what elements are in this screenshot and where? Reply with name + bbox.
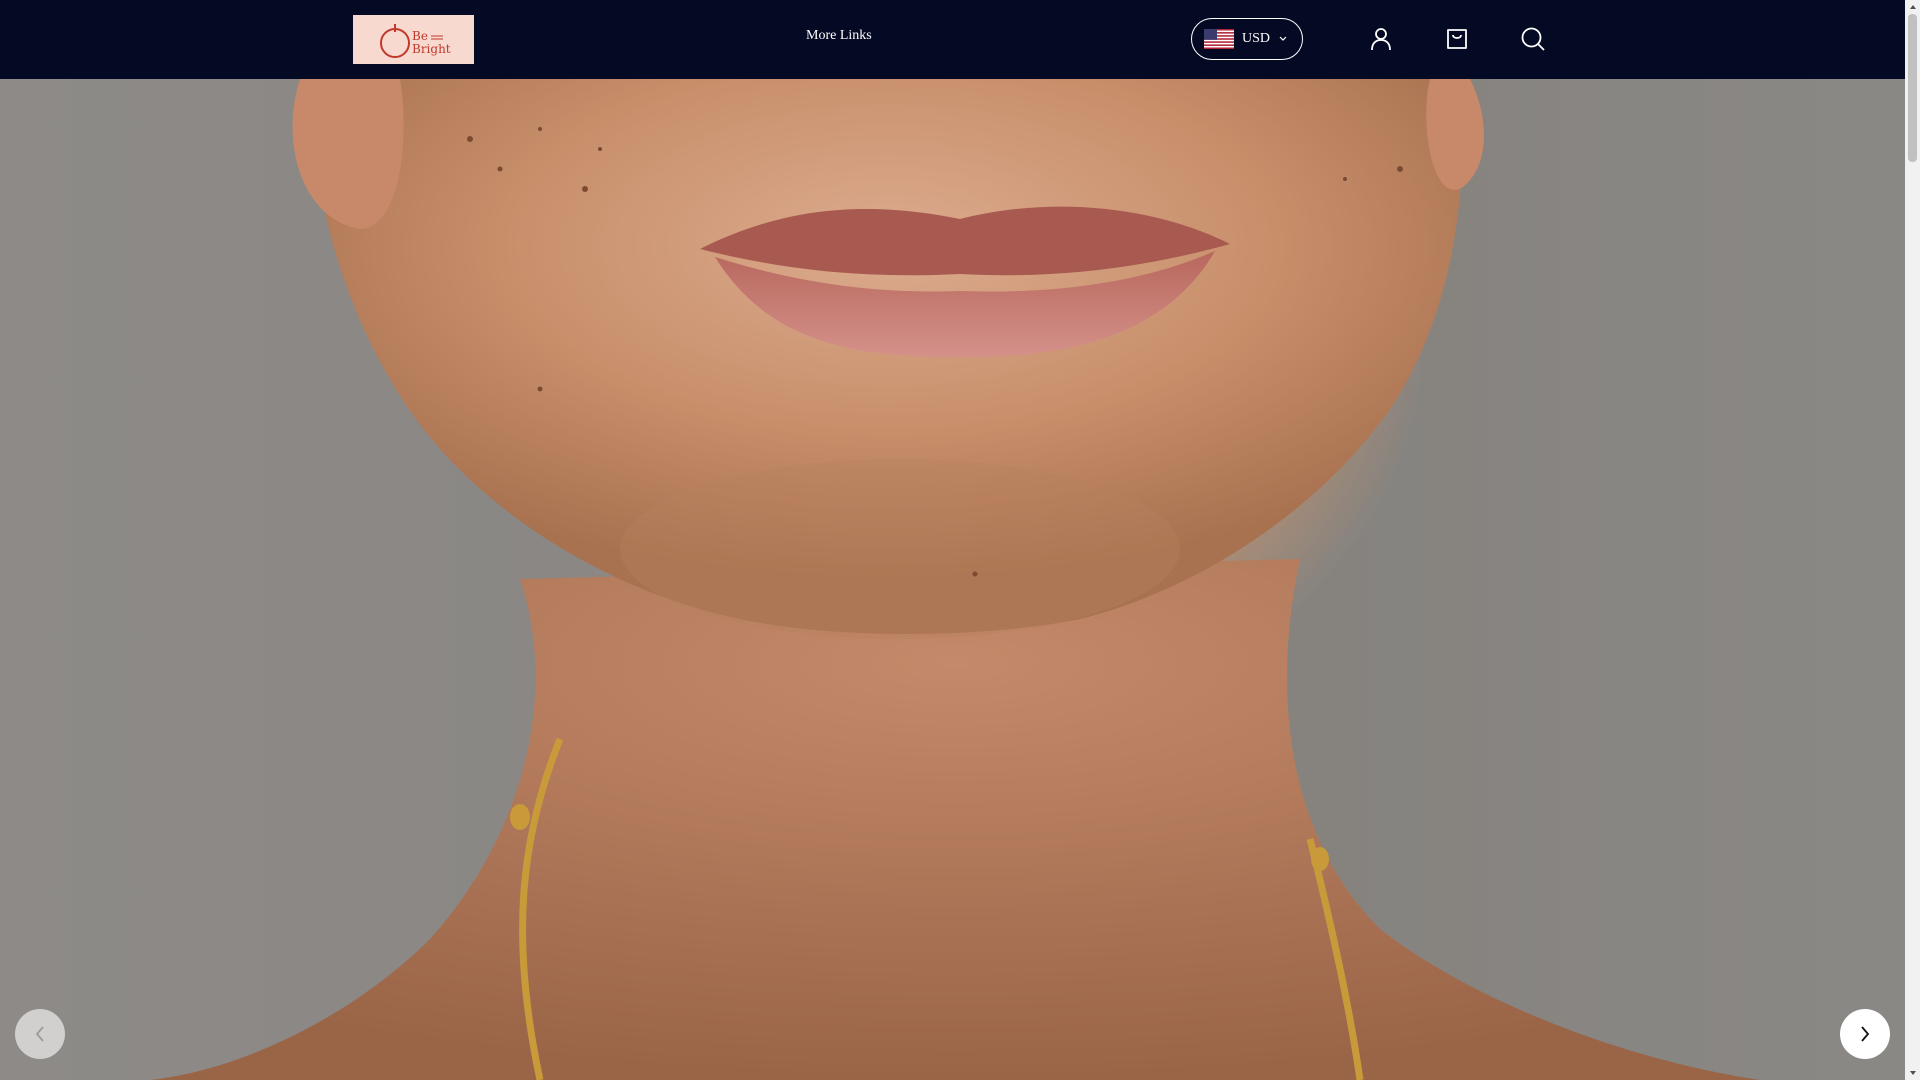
currency-label: USD	[1242, 31, 1271, 46]
svg-text:Bright: Bright	[412, 42, 451, 56]
chevron-right-icon	[1861, 1026, 1870, 1042]
chevron-down-icon	[1279, 36, 1287, 41]
currency-selector[interactable]: USD	[1191, 18, 1303, 60]
shopping-bag-icon	[1447, 29, 1467, 49]
search-button[interactable]	[1518, 24, 1548, 54]
scroll-thumb[interactable]	[1908, 14, 1917, 162]
cart-button[interactable]	[1442, 24, 1472, 54]
user-icon	[1371, 28, 1391, 51]
hero-banner[interactable]	[0, 79, 1905, 1080]
scroll-down-arrow[interactable]	[1905, 1066, 1920, 1080]
scroll-up-arrow[interactable]	[1905, 0, 1920, 14]
logo-mark: Be Bright	[379, 23, 451, 58]
site-header: Be Bright More Links USD	[0, 0, 1905, 79]
svg-text:Be: Be	[412, 29, 428, 43]
account-button[interactable]	[1366, 24, 1396, 54]
us-flag-icon	[1204, 29, 1234, 49]
search-icon	[1521, 27, 1545, 51]
nav-more-links[interactable]: More Links	[806, 28, 872, 44]
page-scrollbar[interactable]	[1905, 0, 1920, 1080]
slider-next-button[interactable]	[1840, 1009, 1890, 1059]
logo[interactable]: Be Bright	[353, 15, 474, 64]
chevron-left-icon	[35, 1026, 44, 1042]
hero-image	[150, 79, 1760, 1080]
slider-prev-button[interactable]	[15, 1009, 65, 1059]
